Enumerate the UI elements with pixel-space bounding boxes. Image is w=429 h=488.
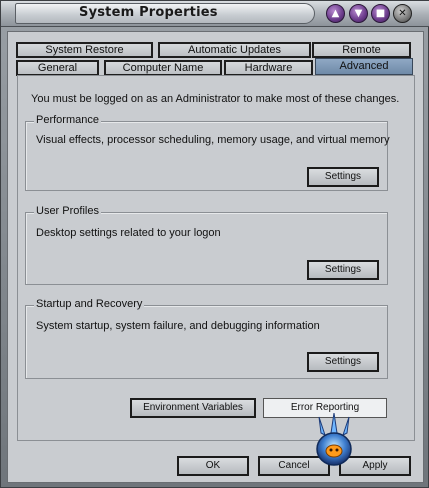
system-properties-window: System Properties ▲ ▼ ■ ✕ System Restore… xyxy=(0,0,429,488)
tab-advanced[interactable]: Advanced xyxy=(315,58,413,75)
group-title: User Profiles xyxy=(34,205,101,217)
performance-group: Performance Visual effects, processor sc… xyxy=(25,114,390,191)
ok-button[interactable]: OK xyxy=(177,456,249,476)
performance-settings-button[interactable]: Settings xyxy=(307,167,379,187)
tab-remote[interactable]: Remote xyxy=(312,42,411,58)
group-description: System startup, system failure, and debu… xyxy=(36,320,320,332)
mascot-cursor-icon xyxy=(316,413,352,466)
group-description: Visual effects, processor scheduling, me… xyxy=(36,134,390,146)
environment-variables-button[interactable]: Environment Variables xyxy=(130,398,256,418)
tab-hardware[interactable]: Hardware xyxy=(224,60,313,76)
close-icon[interactable]: ✕ xyxy=(393,4,412,23)
group-description: Desktop settings related to your logon xyxy=(36,227,221,239)
tab-computer-name[interactable]: Computer Name xyxy=(104,60,222,76)
group-title: Startup and Recovery xyxy=(34,298,145,310)
minimize-icon[interactable]: ▲ xyxy=(326,4,345,23)
tab-system-restore[interactable]: System Restore xyxy=(16,42,153,58)
admin-notice: You must be logged on as an Administrato… xyxy=(31,93,400,105)
user-profiles-group: User Profiles Desktop settings related t… xyxy=(25,205,388,285)
window-title: System Properties xyxy=(79,5,218,20)
startup-recovery-group: Startup and Recovery System startup, sys… xyxy=(25,298,388,379)
tab-automatic-updates[interactable]: Automatic Updates xyxy=(158,42,311,58)
maximize-icon[interactable]: ■ xyxy=(371,4,390,23)
title-bar[interactable]: System Properties ▲ ▼ ■ ✕ xyxy=(1,1,429,27)
user-profiles-settings-button[interactable]: Settings xyxy=(307,260,379,280)
tab-general[interactable]: General xyxy=(16,60,99,76)
group-title: Performance xyxy=(34,114,101,126)
restore-icon[interactable]: ▼ xyxy=(349,4,368,23)
startup-recovery-settings-button[interactable]: Settings xyxy=(307,352,379,372)
